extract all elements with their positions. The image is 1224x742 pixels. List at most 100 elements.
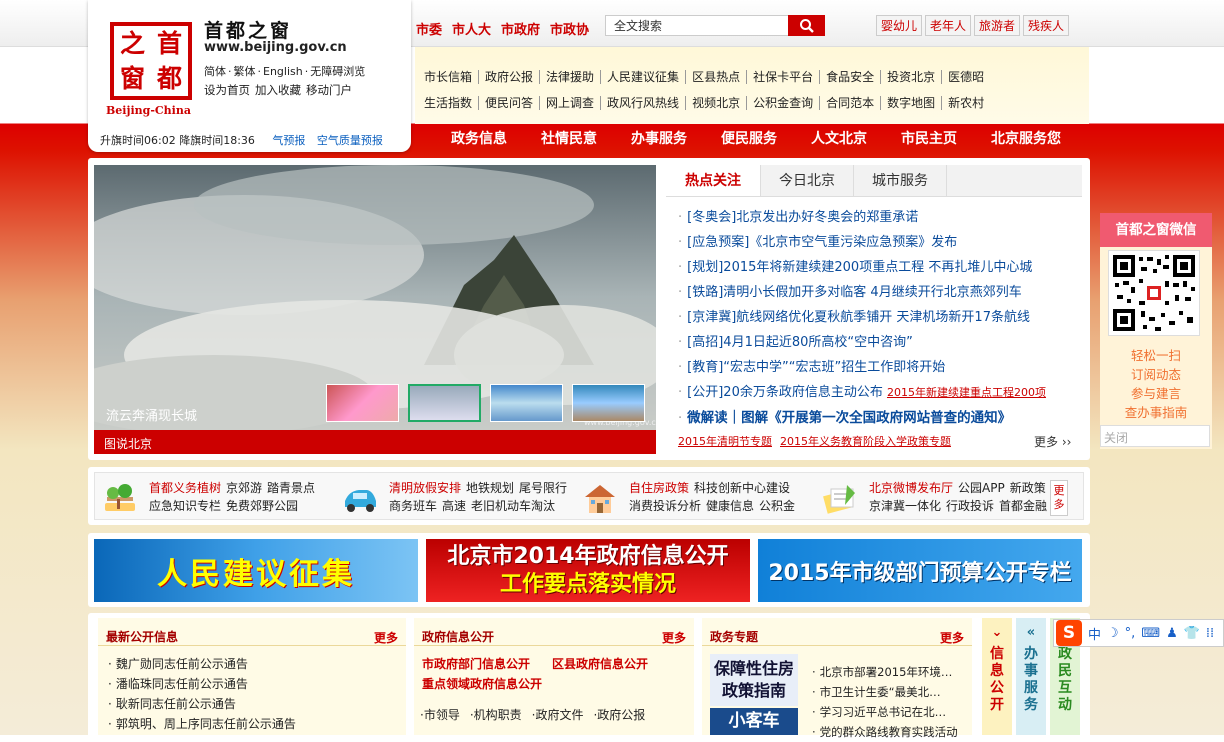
- add-favorite-link[interactable]: 加入收藏: [255, 83, 301, 97]
- category-link[interactable]: 公积金: [759, 499, 795, 513]
- category-link[interactable]: 京津冀一体化: [869, 499, 941, 513]
- grid-menu-icon[interactable]: ⁞⁞: [1206, 626, 1214, 641]
- thumbnail[interactable]: [326, 384, 399, 422]
- moon-icon[interactable]: ☽: [1107, 626, 1119, 641]
- quick-link[interactable]: 社保卡平台: [746, 70, 820, 84]
- news-extra-link[interactable]: 2015年新建续建重点工程200项: [887, 386, 1046, 399]
- banner-citizen-suggestions[interactable]: 人民建议征集: [94, 539, 418, 602]
- photo-section-label[interactable]: 图说北京: [94, 430, 656, 454]
- category-link[interactable]: 京郊游: [226, 481, 262, 495]
- topic-housing-banner[interactable]: 保障性住房政策指南: [710, 654, 798, 706]
- banner-info-disclosure[interactable]: 北京市2014年政府信息公开 工作要点落实情况: [426, 539, 750, 602]
- category-link[interactable]: 高速: [442, 499, 466, 513]
- quick-link[interactable]: 投资北京: [880, 70, 942, 84]
- news-item[interactable]: · [教育]“宏志中学”“宏志班”招生工作即将开始: [678, 357, 1046, 382]
- user-icon[interactable]: ♟: [1166, 626, 1178, 641]
- list-item[interactable]: 党的群众路线教育实践活动: [812, 722, 958, 742]
- gov-small-link[interactable]: ·政府公报: [593, 708, 645, 722]
- category-link[interactable]: 科技创新中心建设: [694, 481, 790, 495]
- list-item[interactable]: 市卫生计生委“最美北…: [812, 682, 958, 702]
- wechat-link[interactable]: 参与建言: [1100, 384, 1212, 403]
- more-link[interactable]: 更多: [662, 629, 686, 646]
- list-item[interactable]: 耿新同志任前公示通告: [108, 694, 406, 714]
- ime-chinese-mode[interactable]: 中: [1088, 624, 1101, 643]
- quick-link[interactable]: 合同范本: [819, 96, 881, 110]
- list-item[interactable]: 学习习近平总书记在北…: [812, 702, 958, 722]
- link-cppcc[interactable]: 市政协: [550, 23, 589, 38]
- audience-elderly[interactable]: 老年人: [925, 15, 972, 36]
- weather-link[interactable]: 气预报: [272, 134, 305, 147]
- thumbnail[interactable]: [490, 384, 563, 422]
- news-item[interactable]: · [铁路]清明小长假加开多对临客 4月继续开行北京燕郊列车: [678, 282, 1046, 307]
- lang-simplified[interactable]: 简体: [204, 65, 226, 78]
- tab-services[interactable]: « 办事服务: [1016, 618, 1046, 735]
- news-item[interactable]: · [高招]4月1日起近80所高校“空中咨询”: [678, 332, 1046, 357]
- category-more-button[interactable]: 更多: [1050, 480, 1068, 516]
- search-button[interactable]: [788, 15, 825, 36]
- news-feature[interactable]: · 微解读｜图解《开展第一次全国政府网站普查的通知》: [678, 407, 1046, 432]
- quick-link[interactable]: 区县热点: [685, 70, 747, 84]
- tab-hot-topics[interactable]: 热点关注: [666, 165, 761, 196]
- quick-link[interactable]: 医德昭: [941, 70, 991, 84]
- keyboard-icon[interactable]: ⌨: [1141, 626, 1160, 641]
- gov-small-link[interactable]: ·政府文件: [532, 708, 584, 722]
- news-more-link[interactable]: 更多 ››: [1034, 433, 1071, 450]
- close-widget-button[interactable]: 关闭: [1100, 425, 1210, 447]
- air-quality-link[interactable]: 空气质量预报: [317, 134, 383, 147]
- skin-icon[interactable]: 👕: [1184, 626, 1200, 641]
- list-item[interactable]: 北京市部署2015年环境…: [812, 662, 958, 682]
- category-link[interactable]: 公园APP: [958, 481, 1005, 495]
- quick-link[interactable]: 人民建议征集: [600, 70, 686, 84]
- news-item[interactable]: · [京津冀]航线网络优化夏秋航季铺开 天津机场新开17条航线: [678, 307, 1046, 332]
- thumbnail-active[interactable]: [408, 384, 481, 422]
- quick-link[interactable]: 网上调查: [539, 96, 601, 110]
- category-link[interactable]: 北京微博发布厅: [869, 481, 953, 495]
- list-item[interactable]: 魏广勋同志任前公示通告: [108, 654, 406, 674]
- quick-link[interactable]: 新农村: [941, 96, 991, 110]
- search-input[interactable]: [606, 16, 788, 35]
- punctuation-icon[interactable]: °,: [1125, 626, 1136, 641]
- category-link[interactable]: 清明放假安排: [389, 481, 461, 495]
- category-link[interactable]: 首都金融: [999, 499, 1047, 513]
- quick-link[interactable]: 视频北京: [685, 96, 747, 110]
- category-link[interactable]: 踏青景点: [267, 481, 315, 495]
- link-congress[interactable]: 市人大: [452, 23, 491, 38]
- audience-disabled[interactable]: 残疾人: [1023, 15, 1070, 36]
- category-link[interactable]: 尾号限行: [519, 481, 567, 495]
- category-link[interactable]: 地铁规划: [466, 481, 514, 495]
- category-link[interactable]: 新政策: [1010, 481, 1046, 495]
- wechat-link[interactable]: 订阅动态: [1100, 365, 1212, 384]
- quick-link[interactable]: 公积金查询: [746, 96, 820, 110]
- special-topic-link[interactable]: 2015年清明节专题: [678, 435, 772, 448]
- lang-english[interactable]: English: [263, 65, 303, 78]
- gov-info-link[interactable]: 市政府部门信息公开: [422, 657, 530, 671]
- set-homepage-link[interactable]: 设为首页: [204, 83, 250, 97]
- lang-accessible[interactable]: 无障碍浏览: [310, 65, 365, 78]
- category-link[interactable]: 老旧机动车淘汰: [471, 499, 555, 513]
- quick-link[interactable]: 数字地图: [880, 96, 942, 110]
- wechat-link[interactable]: 查办事指南: [1100, 403, 1212, 422]
- gov-info-link[interactable]: 区县政府信息公开: [552, 657, 648, 671]
- lang-traditional[interactable]: 繁体: [234, 65, 256, 78]
- more-link[interactable]: 更多: [374, 629, 398, 646]
- category-link[interactable]: 健康信息: [706, 499, 754, 513]
- gov-small-link[interactable]: ·机构职责: [470, 708, 522, 722]
- nav-services[interactable]: 办事服务: [631, 128, 687, 148]
- quick-link[interactable]: 政府公报: [478, 70, 540, 84]
- quick-link[interactable]: 食品安全: [819, 70, 881, 84]
- list-item[interactable]: 郭筑明、周上序同志任前公示通告: [108, 714, 406, 734]
- link-government[interactable]: 市政府: [501, 23, 540, 38]
- link-party-committee[interactable]: 市委: [416, 23, 442, 38]
- nav-citizen-home[interactable]: 市民主页: [901, 128, 957, 148]
- special-topic-link[interactable]: 2015年义务教育阶段入学政策专题: [780, 435, 951, 448]
- nav-government-info[interactable]: 政务信息: [451, 128, 507, 148]
- nav-beijing-serves[interactable]: 北京服务您: [991, 128, 1061, 148]
- gov-info-link[interactable]: 重点领域政府信息公开: [422, 677, 542, 691]
- thumbnail[interactable]: [572, 384, 645, 422]
- news-item[interactable]: · [应急预案]《北京市空气重污染应急预案》发布: [678, 232, 1046, 257]
- news-item[interactable]: · [规划]2015年将新建续建200项重点工程 不再扎堆儿中心城: [678, 257, 1046, 282]
- news-item[interactable]: · [公开]20余万条政府信息主动公布 2015年新建续建重点工程200项: [678, 382, 1046, 407]
- quick-link[interactable]: 便民问答: [478, 96, 540, 110]
- site-logo-seal[interactable]: 之 首 窗 都: [110, 22, 192, 100]
- category-link[interactable]: 首都义务植树: [149, 481, 221, 495]
